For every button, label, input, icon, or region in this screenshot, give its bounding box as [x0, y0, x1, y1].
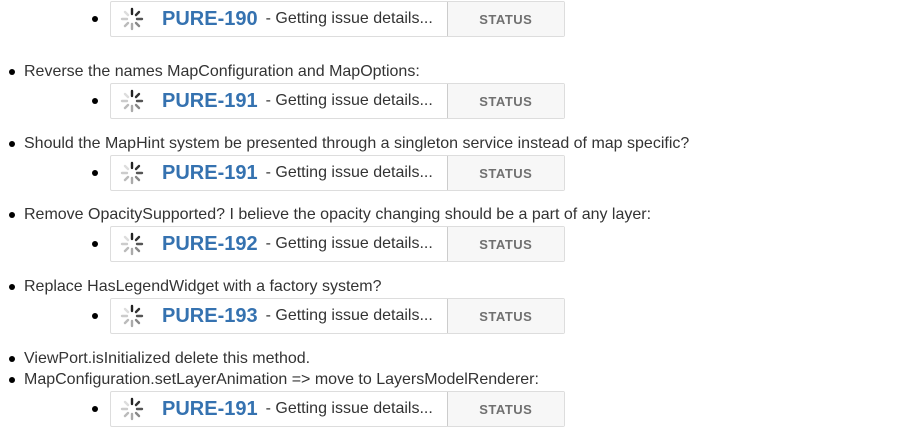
loading-spinner-icon — [120, 232, 144, 256]
jira-list-item: PURE-191 - Getting issue details... STAT… — [0, 83, 921, 119]
list-item: Replace HasLegendWidget with a factory s… — [0, 276, 921, 298]
status-lozenge: STATUS — [446, 299, 564, 333]
loading-spinner-icon — [120, 89, 144, 113]
loading-spinner-icon — [120, 304, 144, 328]
issue-key-link[interactable]: PURE-190 — [162, 8, 258, 31]
list-item: Remove OpacitySupported? I believe the o… — [0, 204, 921, 226]
jira-list-item: PURE-193 - Getting issue details... STAT… — [0, 298, 921, 334]
jira-issue-macro: PURE-190 - Getting issue details... STAT… — [110, 1, 565, 37]
bullet — [92, 241, 98, 247]
status-lozenge: STATUS — [446, 227, 564, 261]
issue-summary: - Getting issue details... — [265, 164, 433, 181]
list-item: Reverse the names MapConfiguration and M… — [0, 61, 921, 83]
issue-key-link[interactable]: PURE-193 — [162, 305, 258, 328]
status-lozenge: STATUS — [446, 2, 564, 36]
issue-summary: - Getting issue details... — [265, 235, 433, 252]
issue-summary: - Getting issue details... — [265, 10, 433, 27]
bullet — [9, 212, 15, 218]
jira-issue-macro: PURE-191 - Getting issue details... STAT… — [110, 391, 565, 427]
status-lozenge: STATUS — [446, 84, 564, 118]
jira-list-item: PURE-191 - Getting issue details... STAT… — [0, 391, 921, 427]
list-item-text: Remove OpacitySupported? I believe the o… — [24, 206, 652, 223]
bullet — [9, 141, 15, 147]
loading-spinner-icon — [120, 161, 144, 185]
issue-key-link[interactable]: PURE-191 — [162, 162, 258, 185]
issue-key-link[interactable]: PURE-192 — [162, 233, 258, 256]
issue-key-link[interactable]: PURE-191 — [162, 398, 258, 421]
bullet — [9, 69, 15, 75]
list-item: ViewPort.isInitialized delete this metho… — [0, 348, 921, 370]
jira-list-item: PURE-192 - Getting issue details... STAT… — [0, 226, 921, 262]
loading-spinner-icon — [120, 397, 144, 421]
bullet — [92, 98, 98, 104]
issue-key-link[interactable]: PURE-191 — [162, 90, 258, 113]
jira-list-item: PURE-190 - Getting issue details... STAT… — [0, 1, 921, 37]
bullet — [92, 313, 98, 319]
bullet — [9, 356, 15, 362]
jira-list-item: PURE-191 - Getting issue details... STAT… — [0, 155, 921, 191]
bullet — [92, 406, 98, 412]
bullet — [92, 170, 98, 176]
status-lozenge: STATUS — [446, 392, 564, 426]
bullet — [92, 16, 98, 22]
list-item-text: MapConfiguration.setLayerAnimation => mo… — [24, 371, 539, 388]
list-item-text: Reverse the names MapConfiguration and M… — [24, 63, 420, 80]
issue-summary: - Getting issue details... — [265, 400, 433, 417]
jira-issue-macro: PURE-191 - Getting issue details... STAT… — [110, 83, 565, 119]
jira-issue-macro: PURE-191 - Getting issue details... STAT… — [110, 155, 565, 191]
issue-summary: - Getting issue details... — [265, 307, 433, 324]
bullet — [9, 284, 15, 290]
issue-summary: - Getting issue details... — [265, 92, 433, 109]
list-item: MapConfiguration.setLayerAnimation => mo… — [0, 369, 921, 391]
bullet — [9, 377, 15, 383]
jira-issue-macro: PURE-193 - Getting issue details... STAT… — [110, 298, 565, 334]
list-item-text: Should the MapHint system be presented t… — [24, 135, 690, 152]
list-item: Should the MapHint system be presented t… — [0, 133, 921, 155]
list-item-text: ViewPort.isInitialized delete this metho… — [24, 350, 311, 367]
loading-spinner-icon — [120, 7, 144, 31]
status-lozenge: STATUS — [446, 156, 564, 190]
list-item-text: Replace HasLegendWidget with a factory s… — [24, 278, 382, 295]
jira-issue-macro: PURE-192 - Getting issue details... STAT… — [110, 226, 565, 262]
